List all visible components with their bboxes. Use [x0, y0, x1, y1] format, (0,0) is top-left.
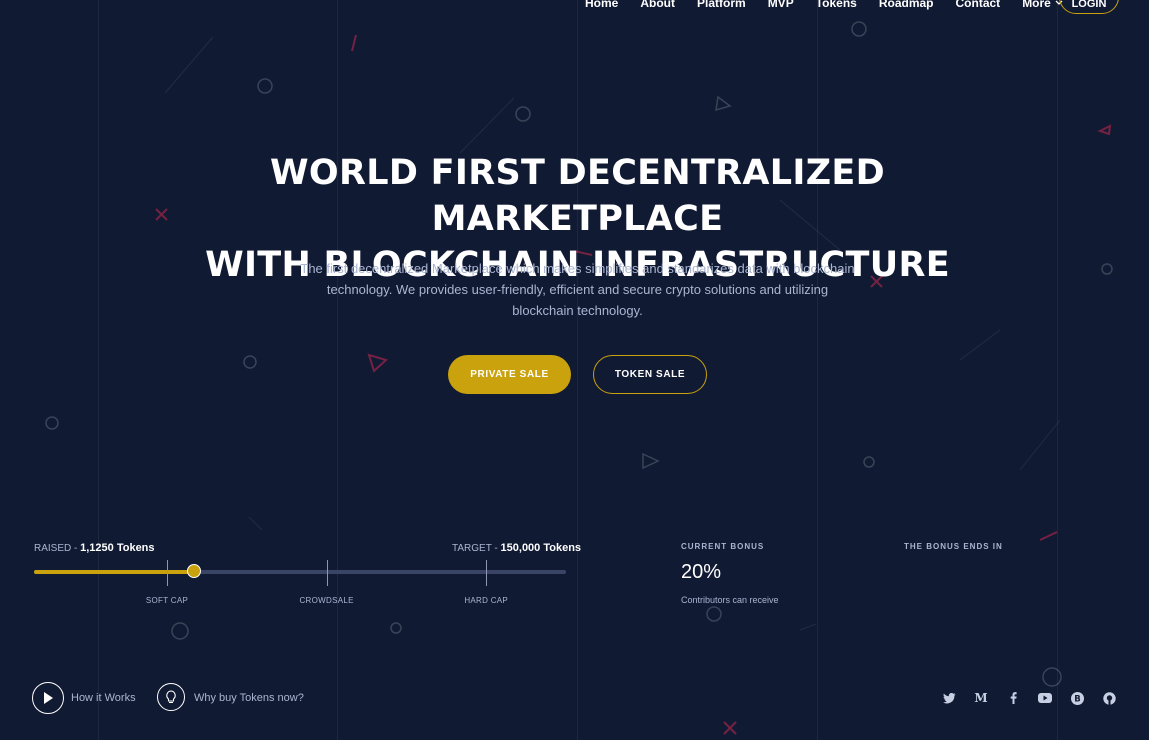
medium-icon[interactable]: M: [973, 690, 989, 706]
background-decoration: [45, 21, 1113, 735]
token-sale-button[interactable]: TOKEN SALE: [593, 355, 707, 394]
nav-home[interactable]: Home: [585, 0, 618, 10]
play-icon: [44, 692, 53, 704]
target-value: 150,000 Tokens: [500, 542, 582, 554]
raised-label: RAISED -: [34, 543, 78, 554]
nav-tokens[interactable]: Tokens: [816, 0, 857, 10]
hard-cap-marker: [486, 560, 488, 586]
raised-amount: RAISED - 1,1250 Tokens: [34, 542, 155, 554]
nav-mvp[interactable]: MVP: [768, 0, 794, 10]
progress-fill: [34, 570, 194, 574]
nav-platform[interactable]: Platform: [697, 0, 746, 10]
why-buy-tokens-link[interactable]: Why buy Tokens now?: [194, 692, 304, 704]
bonus-ends-title: THE BONUS ENDS IN: [904, 542, 1003, 551]
hero-title-line-1: WORLD FIRST DECENTRALIZED MARKETPLACE: [270, 153, 885, 239]
soft-cap-marker: [167, 560, 168, 586]
current-bonus-note: Contributors can receive: [681, 595, 779, 605]
current-bonus-title: CURRENT BONUS: [681, 542, 765, 551]
soft-cap-label: SOFT CAP: [145, 596, 189, 605]
social-links: M B: [941, 690, 1117, 706]
target-label: TARGET -: [452, 543, 498, 554]
github-icon[interactable]: [1101, 690, 1117, 706]
target-amount: TARGET - 150,000 Tokens: [452, 542, 581, 554]
twitter-icon[interactable]: [941, 690, 957, 706]
youtube-icon[interactable]: [1037, 690, 1053, 706]
nav-about[interactable]: About: [640, 0, 675, 10]
top-nav: Home About Platform MVP Tokens Roadmap C…: [585, 0, 1085, 15]
nav-more[interactable]: More: [1022, 0, 1063, 10]
nav-roadmap[interactable]: Roadmap: [879, 0, 934, 10]
svg-text:B: B: [1074, 694, 1080, 704]
hero-subtitle: The first decentralized Marketplace whic…: [300, 261, 855, 318]
bitcoin-icon[interactable]: B: [1069, 690, 1085, 706]
crowdsale-label: CROWDSALE: [299, 596, 354, 605]
private-sale-button[interactable]: PRIVATE SALE: [448, 355, 571, 394]
login-button[interactable]: LOGIN: [1059, 0, 1119, 14]
raised-value: 1,1250 Tokens: [80, 542, 155, 554]
how-it-works-button[interactable]: [32, 682, 64, 714]
crowdsale-marker: [326, 560, 328, 586]
current-bonus-value: 20%: [681, 561, 722, 583]
how-it-works-link[interactable]: How it Works: [71, 692, 136, 704]
why-buy-tokens-button[interactable]: [157, 683, 185, 711]
progress-knob: [186, 564, 201, 578]
lightbulb-icon: [166, 690, 176, 704]
token-progress-bar: [34, 560, 566, 586]
hard-cap-label: HARD CAP: [464, 596, 509, 605]
nav-more-label: More: [1022, 0, 1051, 10]
nav-contact[interactable]: Contact: [956, 0, 1001, 10]
facebook-icon[interactable]: [1005, 690, 1021, 706]
